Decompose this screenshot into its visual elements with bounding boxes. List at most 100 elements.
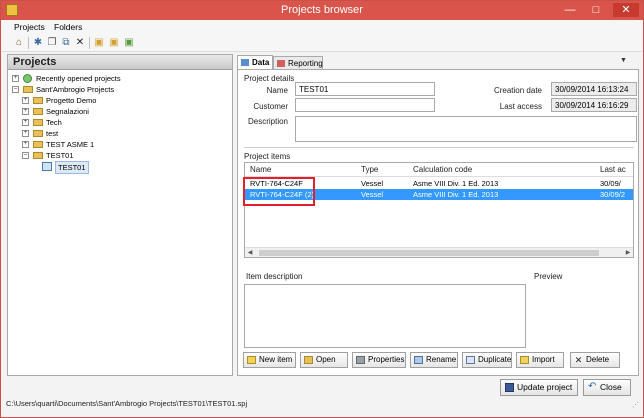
tree-node-label: TEST ASME 1 bbox=[46, 140, 95, 149]
duplicate-label: Duplicate bbox=[478, 355, 512, 364]
rename-icon bbox=[414, 356, 423, 364]
new-item-button[interactable]: New item bbox=[243, 352, 296, 368]
delete-button[interactable]: ✕ Delete bbox=[570, 352, 620, 368]
expand-icon[interactable]: + bbox=[22, 130, 29, 137]
tree-node-label: Sant'Ambrogio Projects bbox=[36, 85, 115, 94]
report-tab-icon bbox=[277, 60, 285, 67]
import-label: Import bbox=[532, 355, 555, 364]
description-field[interactable] bbox=[295, 116, 637, 142]
creation-date-field: 30/09/2014 16:13:24 bbox=[551, 82, 637, 96]
project-icon bbox=[42, 162, 52, 171]
cell-last-access: 30/09/ bbox=[600, 179, 621, 188]
save-icon bbox=[505, 383, 514, 392]
status-path: C:\Users\quarti\Documents\Sant'Ambrogio … bbox=[6, 399, 248, 408]
rename-label: Rename bbox=[426, 355, 457, 364]
expand-icon[interactable]: + bbox=[12, 75, 19, 82]
horizontal-scrollbar[interactable]: ◀ ▶ bbox=[245, 247, 633, 257]
rename-button[interactable]: Rename bbox=[410, 352, 458, 368]
delete-item-icon: ✕ bbox=[574, 355, 583, 365]
section-divider bbox=[244, 147, 634, 148]
tab-list-dropdown-icon[interactable]: ▼ bbox=[620, 57, 627, 64]
expand-icon[interactable]: + bbox=[22, 119, 29, 126]
open-icon bbox=[304, 356, 313, 364]
last-access-field: 30/09/2014 16:16:29 bbox=[551, 98, 637, 112]
expand-icon[interactable]: + bbox=[22, 141, 29, 148]
projects-panel-title: Projects bbox=[8, 55, 232, 70]
copy-project-icon[interactable]: ❐ bbox=[46, 37, 58, 49]
tree-node-label: TEST01 bbox=[46, 151, 74, 160]
tree-node-label: test bbox=[46, 129, 59, 138]
project-details-title: Project details bbox=[244, 74, 295, 83]
recent-projects-icon bbox=[23, 74, 32, 83]
expand-icon[interactable]: + bbox=[22, 108, 29, 115]
scroll-right-icon[interactable]: ▶ bbox=[623, 248, 633, 257]
menu-folders[interactable]: Folders bbox=[54, 22, 82, 32]
export-folder-icon[interactable]: ▣ bbox=[123, 37, 135, 49]
update-project-button[interactable]: Update project bbox=[500, 379, 578, 396]
customer-label: Customer bbox=[253, 102, 288, 111]
status-bar: C:\Users\quarti\Documents\Sant'Ambrogio … bbox=[2, 398, 642, 410]
folder-icon bbox=[33, 97, 43, 104]
tab-reporting[interactable]: Reporting bbox=[273, 56, 323, 70]
preview-title: Preview bbox=[534, 272, 563, 281]
tree-node-label: Tech bbox=[46, 118, 62, 127]
cell-type: Vessel bbox=[361, 190, 384, 199]
update-project-label: Update project bbox=[517, 382, 573, 392]
column-header-type[interactable]: Type bbox=[361, 165, 378, 174]
collapse-icon[interactable]: – bbox=[12, 86, 19, 93]
customer-field[interactable] bbox=[295, 98, 435, 112]
data-tab-icon bbox=[241, 59, 249, 66]
column-header-last-access[interactable]: Last ac bbox=[600, 165, 626, 174]
close-button[interactable]: ↶ Close bbox=[583, 379, 631, 396]
tab-data[interactable]: Data bbox=[237, 55, 273, 70]
properties-label: Properties bbox=[368, 355, 405, 364]
home-icon[interactable]: ⌂ bbox=[13, 37, 25, 49]
column-header-name[interactable]: Name bbox=[250, 165, 271, 174]
title-bar[interactable]: Projects browser — □ ✕ bbox=[1, 1, 643, 20]
close-window-icon[interactable]: ✕ bbox=[613, 3, 639, 17]
description-label: Description bbox=[247, 117, 288, 126]
name-field[interactable]: TEST01 bbox=[295, 82, 435, 96]
new-folder-icon[interactable]: ▣ bbox=[93, 37, 105, 49]
column-header-calculation-code[interactable]: Calculation code bbox=[413, 165, 472, 174]
import-button[interactable]: Import bbox=[516, 352, 564, 368]
resize-grip-icon[interactable]: ⋰ bbox=[632, 400, 639, 412]
cell-calculation-code: Asme VIII Div. 1 Ed. 2013 bbox=[413, 190, 499, 199]
project-items-title: Project items bbox=[244, 152, 291, 161]
scroll-left-icon[interactable]: ◀ bbox=[245, 248, 255, 257]
cell-last-access: 30/09/2 bbox=[600, 190, 626, 199]
properties-icon bbox=[356, 356, 365, 364]
tree-node-label: TEST01 bbox=[55, 161, 89, 174]
grid-header: Name Type Calculation code Last ac bbox=[245, 163, 633, 177]
name-label: Name bbox=[266, 86, 288, 95]
folder-icon bbox=[33, 108, 43, 115]
duplicate-button[interactable]: Duplicate bbox=[462, 352, 512, 368]
toolbar-separator bbox=[89, 37, 90, 49]
expand-icon[interactable]: + bbox=[22, 97, 29, 104]
move-project-icon[interactable]: ⧉ bbox=[60, 37, 72, 49]
close-arrow-icon: ↶ bbox=[588, 381, 597, 392]
delete-label: Delete bbox=[586, 355, 610, 364]
duplicate-icon bbox=[466, 356, 475, 364]
tab-reporting-label: Reporting bbox=[288, 59, 323, 68]
menu-bar: Projects Folders bbox=[2, 20, 642, 35]
new-project-icon[interactable]: ✱ bbox=[32, 37, 44, 49]
menu-projects[interactable]: Projects bbox=[14, 22, 45, 32]
import-icon bbox=[520, 356, 529, 364]
open-button[interactable]: Open bbox=[300, 352, 348, 368]
open-label: Open bbox=[316, 355, 336, 364]
cell-calculation-code: Asme VIII Div. 1 Ed. 2013 bbox=[413, 179, 499, 188]
tree-node-label: Recently opened projects bbox=[36, 74, 121, 83]
tree-node-label: Progetto Demo bbox=[46, 96, 97, 105]
minimize-icon[interactable]: — bbox=[559, 3, 581, 17]
collapse-icon[interactable]: – bbox=[22, 152, 29, 159]
folder-icon bbox=[23, 86, 33, 93]
item-description-title: Item description bbox=[246, 272, 303, 281]
creation-date-label: Creation date bbox=[493, 86, 542, 95]
window-title: Projects browser bbox=[281, 4, 363, 16]
delete-icon[interactable]: ✕ bbox=[74, 37, 86, 49]
properties-button[interactable]: Properties bbox=[352, 352, 406, 368]
open-folder-icon[interactable]: ▣ bbox=[108, 37, 120, 49]
scrollbar-thumb[interactable] bbox=[259, 250, 599, 256]
maximize-icon[interactable]: □ bbox=[585, 3, 607, 17]
